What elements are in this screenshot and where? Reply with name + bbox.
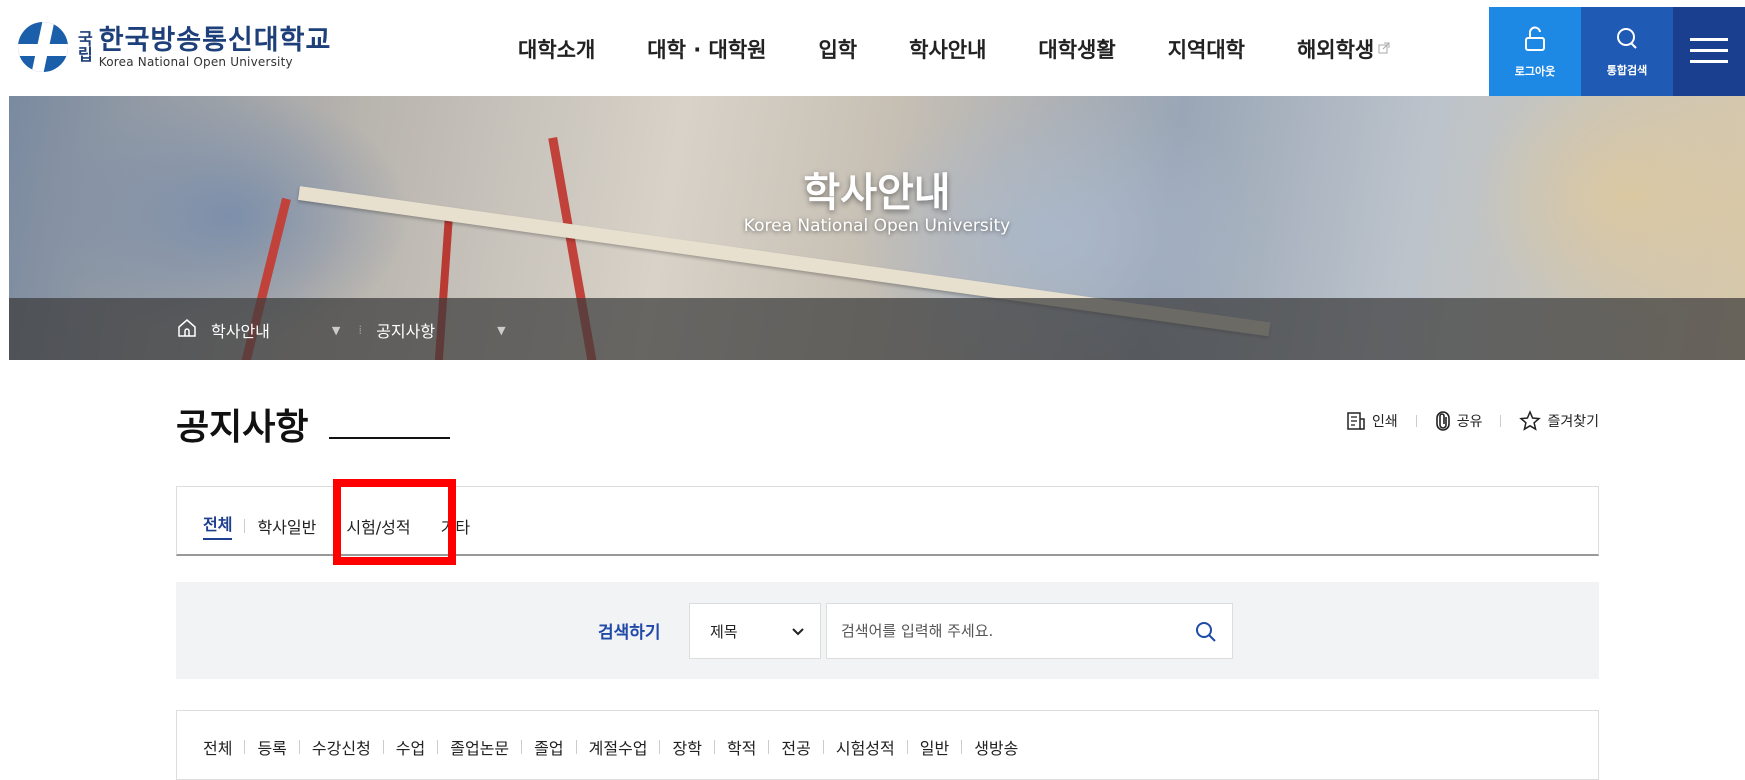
search-area: 검색하기 제목 [176,582,1599,679]
chevron-down-icon [792,622,804,640]
main-navigation: 대학소개 대학 · 대학원 입학 학사안내 대학생활 지역대학 해외학생 [518,34,1390,64]
share-button[interactable]: 공유 [1435,411,1483,431]
category-separator [244,740,246,754]
category-filter-item[interactable]: 등록 [257,735,286,759]
share-label: 공유 [1456,414,1483,430]
site-header: 국 립 한국방송통신대학교 Korea National Open Univer… [0,0,1745,97]
subcategory-filter: 전체 등록 수강신청 수업 졸업논문 졸업 계절수업 장학 학적 전공 시험성적 일반 생방송 [176,710,1599,780]
breadcrumb-notice[interactable]: 공지사항 [376,318,435,342]
search-field-value: 제목 [710,622,738,641]
hamburger-icon [1690,36,1728,69]
page-title: 공지사항 [176,407,309,448]
category-filter-item[interactable]: 계절수업 [589,735,648,759]
tool-separator [1415,415,1417,427]
integrated-search-label: 통합검색 [1606,63,1648,77]
category-filter-item[interactable]: 생방송 [974,735,1018,759]
category-separator [382,740,384,754]
title-underline [329,437,450,439]
nav-overseas-students[interactable]: 해외학생 [1297,34,1390,64]
hero-subtitle: Korea National Open University [743,216,1011,236]
category-separator [575,740,577,754]
page-tools: 인쇄 공유 즐겨찾기 [1346,410,1599,432]
integrated-search-button[interactable]: 통합검색 [1581,7,1673,97]
star-icon [1519,410,1542,432]
logo-text: 국 립 한국방송통신대학교 Korea National Open Univer… [78,24,332,69]
category-separator [961,740,963,754]
external-link-icon [1378,42,1390,57]
category-separator [437,740,439,754]
category-filter-item[interactable]: 전공 [781,735,810,759]
category-separator [906,740,908,754]
category-filter-item[interactable]: 졸업 [534,735,563,759]
category-filter-item[interactable]: 졸업논문 [450,735,509,759]
hero-banner: 학사안내 Korea National Open University 학사안내… [9,96,1745,360]
print-label: 인쇄 [1371,414,1398,430]
category-filter-item[interactable]: 수강신청 [312,735,371,759]
category-filter-item[interactable]: 시험성적 [836,735,895,759]
breadcrumb-academic-info[interactable]: 학사안내 [211,318,270,342]
university-logo[interactable]: 국 립 한국방송통신대학교 Korea National Open Univer… [18,22,331,72]
breadcrumb-separator: ⁞ [358,323,363,337]
search-icon [1615,27,1639,54]
subcategory-list: 전체 등록 수강신청 수업 졸업논문 졸업 계절수업 장학 학적 전공 시험성적 일반 생방송 [203,735,1018,759]
category-filter-item[interactable]: 전체 [203,735,232,759]
category-separator [298,740,300,754]
category-filter-item[interactable]: 학적 [727,735,756,759]
hero-title: 학사안내 [803,170,951,216]
chevron-down-icon[interactable]: ▼ [497,324,505,337]
breadcrumb: 학사안내 ▼ ⁞ 공지사항 ▼ [9,298,1745,360]
tab-all[interactable]: 전체 [203,511,233,540]
favorite-label: 즐겨찾기 [1547,414,1599,430]
category-separator [768,740,770,754]
search-input[interactable] [827,604,1167,658]
search-input-wrapper [826,603,1233,659]
logo-gukrip: 국 립 [78,31,93,63]
logo-english-name: Korea National Open University [98,54,293,69]
highlight-annotation [333,479,456,565]
logo-gukrip-2: 립 [78,45,93,64]
print-button[interactable]: 인쇄 [1346,411,1398,431]
nav-academic-info[interactable]: 학사안내 [909,34,986,64]
search-submit-icon[interactable] [1194,620,1218,648]
category-filter-item[interactable]: 수업 [396,735,425,759]
logout-label: 로그아웃 [1514,64,1556,78]
home-icon[interactable] [177,318,197,342]
favorite-button[interactable]: 즐겨찾기 [1519,410,1599,432]
logo-emblem-icon [18,22,68,72]
nav-overseas-students-label: 해외학생 [1296,38,1375,62]
nav-college-graduate[interactable]: 대학 · 대학원 [647,34,766,64]
unlock-icon [1524,25,1546,55]
nav-regional-campus[interactable]: 지역대학 [1168,34,1245,64]
paperclip-icon [1435,411,1451,431]
hamburger-menu-button[interactable] [1673,7,1745,97]
nav-campus-life[interactable]: 대학생활 [1038,34,1115,64]
category-filter-item[interactable]: 장학 [672,735,701,759]
category-separator [521,740,523,754]
print-icon [1346,411,1366,431]
category-separator [659,740,661,754]
logo-korean-name: 한국방송통신대학교 [98,24,332,56]
search-field-select[interactable]: 제목 [689,603,821,659]
tool-separator [1500,415,1502,427]
chevron-down-icon[interactable]: ▼ [332,324,340,337]
tab-separator [244,518,246,533]
tab-academic-general[interactable]: 학사일반 [257,514,316,538]
nav-about[interactable]: 대학소개 [518,34,595,64]
category-separator [822,740,824,754]
category-separator [713,740,715,754]
category-filter-item[interactable]: 일반 [920,735,949,759]
logout-button[interactable]: 로그아웃 [1489,7,1581,97]
nav-admission[interactable]: 입학 [818,34,857,64]
search-label: 검색하기 [598,623,661,643]
